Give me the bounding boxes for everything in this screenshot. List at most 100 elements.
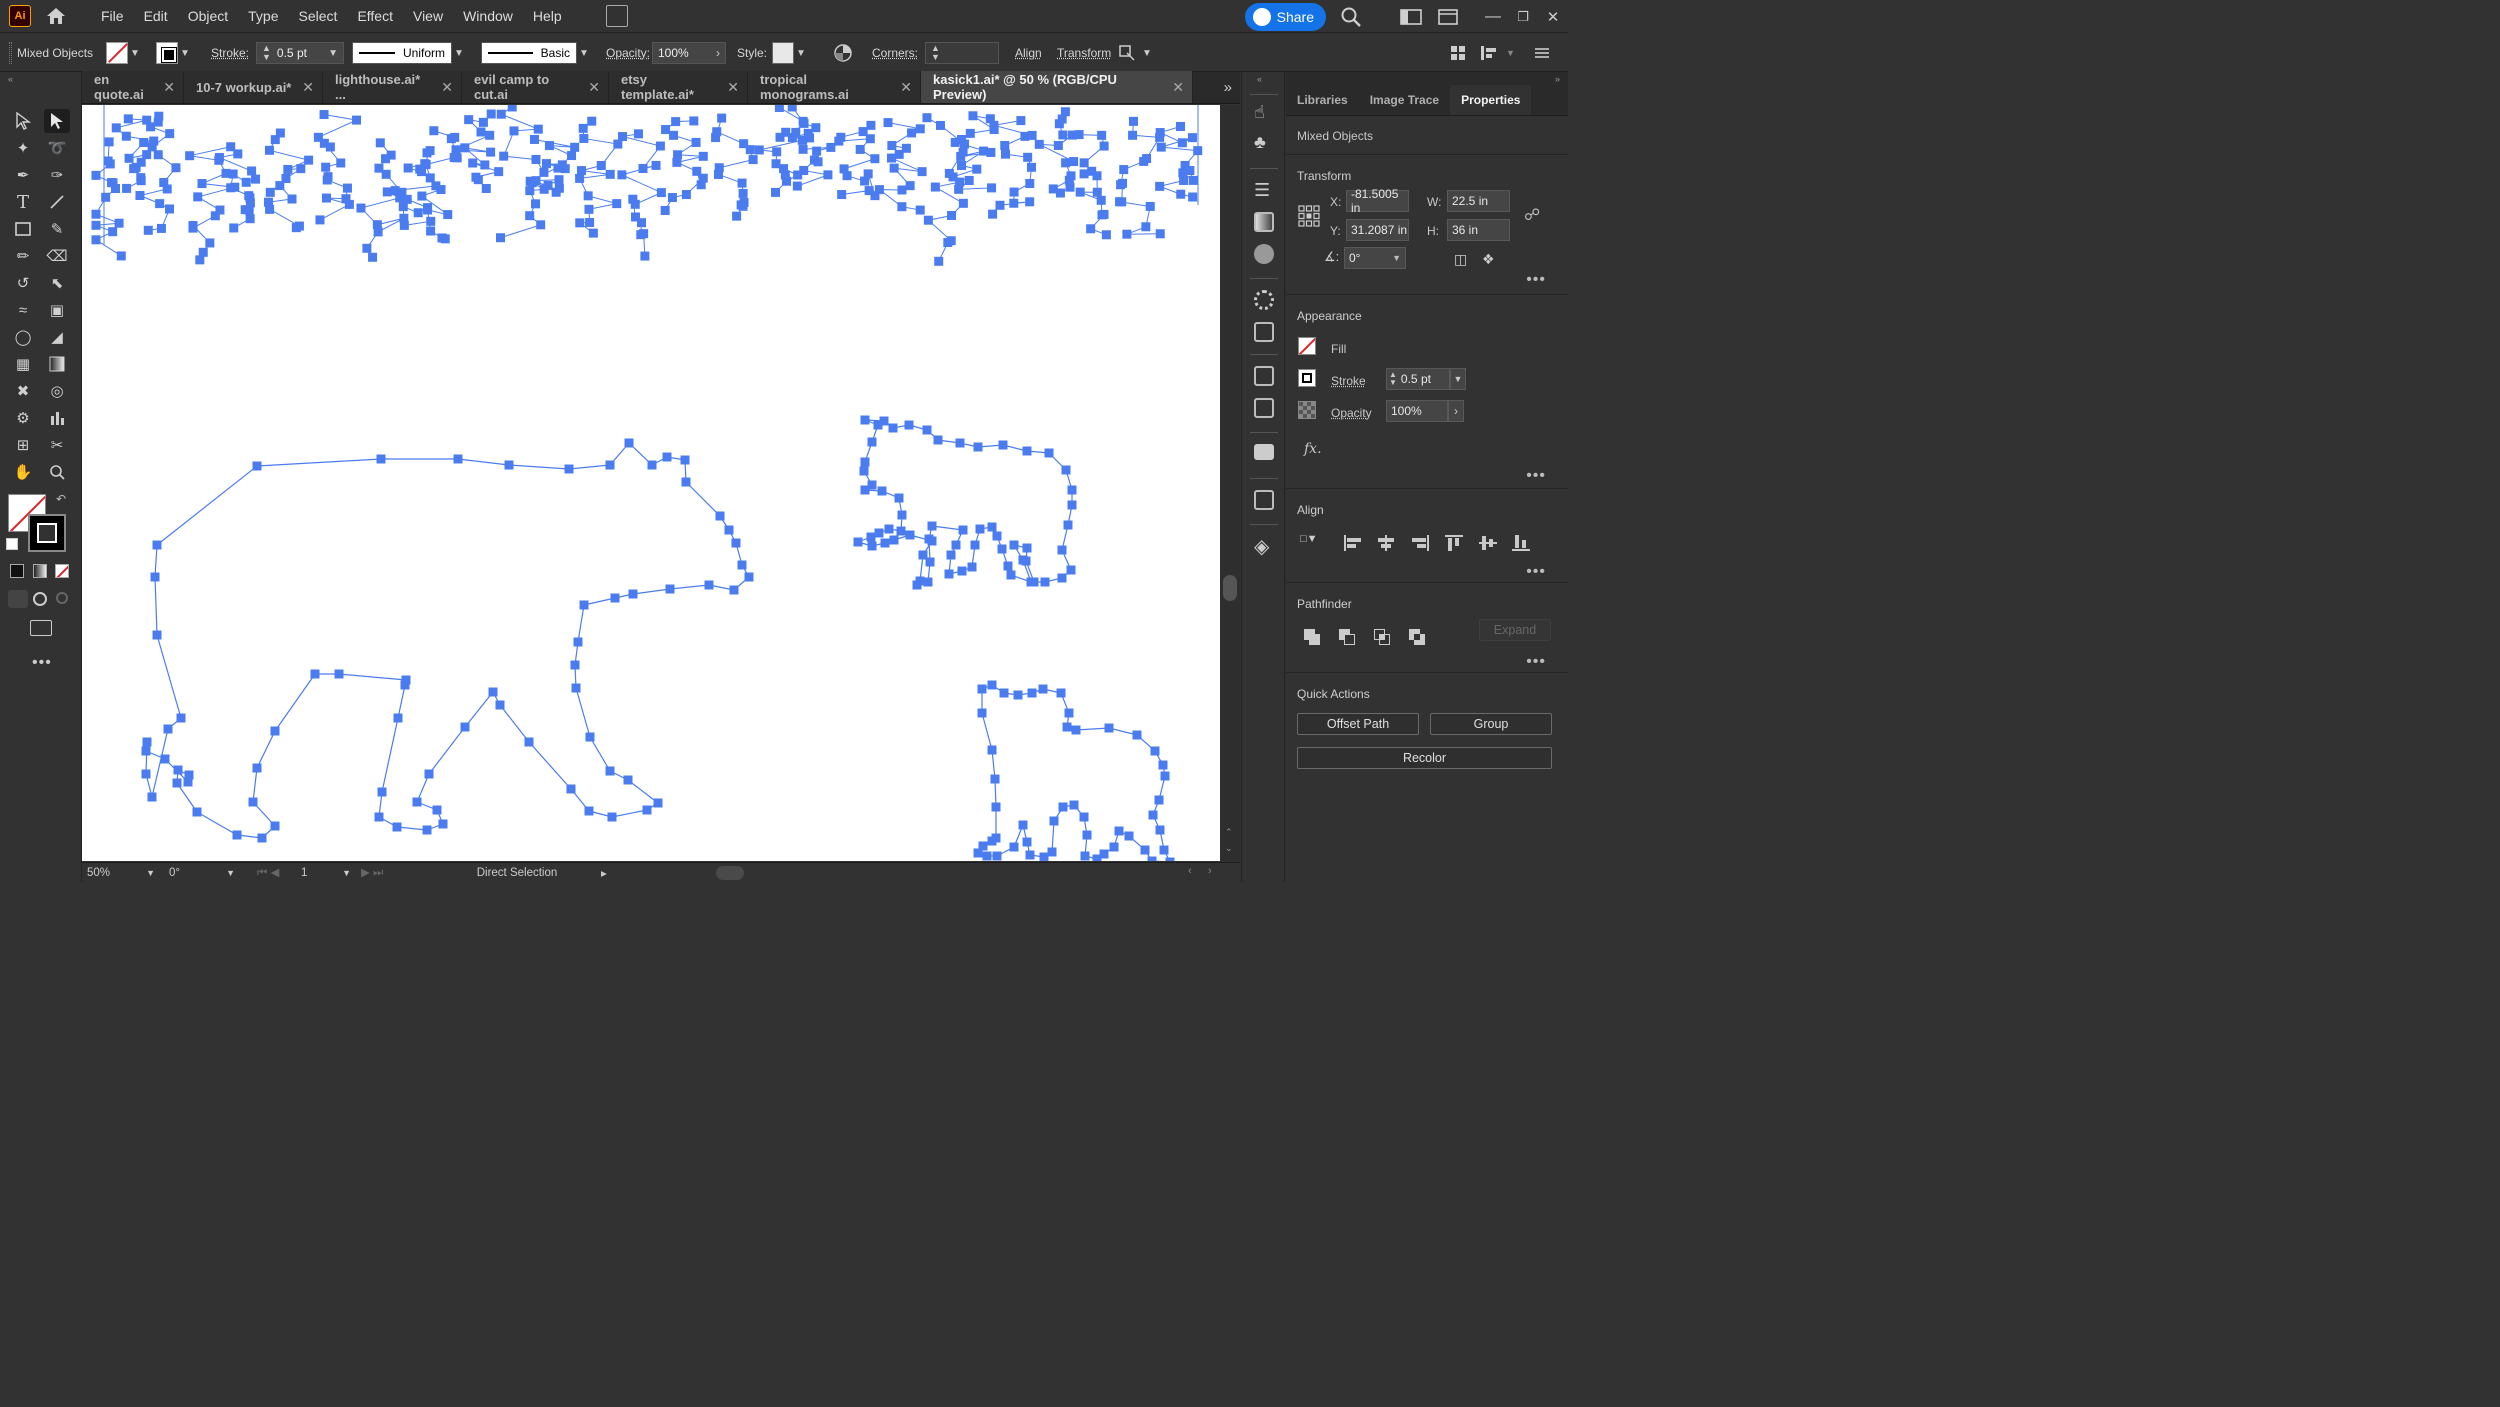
anchor-point[interactable] <box>842 171 852 181</box>
pencil-tool-icon[interactable]: ✏ <box>10 244 36 268</box>
anchor-point[interactable] <box>1016 116 1026 126</box>
more-tabs-icon[interactable]: » <box>1193 71 1240 103</box>
anchor-point[interactable] <box>275 181 285 191</box>
anchor-point[interactable] <box>362 243 372 253</box>
anchor-point[interactable] <box>1128 130 1138 140</box>
anchor-point[interactable] <box>1096 195 1106 205</box>
anchor-point[interactable] <box>863 169 873 179</box>
zoom-tool-icon[interactable] <box>44 460 70 484</box>
flip-vertical-icon[interactable]: ❖ <box>1482 251 1495 268</box>
anchor-point[interactable] <box>525 186 535 196</box>
anchor-point[interactable] <box>987 183 997 193</box>
layers-icon[interactable]: ◈ <box>1254 534 1269 559</box>
anchor-point[interactable] <box>1075 187 1085 197</box>
anchor-point[interactable] <box>252 763 262 773</box>
anchor-point[interactable] <box>197 179 207 189</box>
anchor-point[interactable] <box>152 630 162 640</box>
anchor-point[interactable] <box>587 116 597 126</box>
anchor-point[interactable] <box>950 137 960 147</box>
anchor-point[interactable] <box>104 137 114 147</box>
anchor-point[interactable] <box>1058 130 1068 140</box>
anchor-point[interactable] <box>165 204 175 214</box>
anchor-point[interactable] <box>171 163 181 173</box>
constrain-proportions-icon[interactable]: ☍ <box>1524 205 1540 225</box>
curvature-tool-icon[interactable]: ✑ <box>44 163 70 187</box>
anchor-point[interactable] <box>585 732 595 742</box>
anchor-point[interactable] <box>1057 573 1067 583</box>
anchor-point[interactable] <box>531 176 541 186</box>
anchor-point[interactable] <box>460 143 470 153</box>
anchor-point[interactable] <box>1018 820 1028 830</box>
anchor-point[interactable] <box>381 169 391 179</box>
anchor-point[interactable] <box>934 256 944 266</box>
opacity-field[interactable]: 100% <box>1386 400 1448 422</box>
anchor-point[interactable] <box>392 822 402 832</box>
menu-edit[interactable]: Edit <box>144 8 168 24</box>
anchor-point[interactable] <box>504 460 514 470</box>
transparency-icon[interactable] <box>1254 244 1274 264</box>
anchor-point[interactable] <box>637 218 647 228</box>
close-icon[interactable]: ✕ <box>900 79 912 96</box>
align-hcenter-icon[interactable] <box>1377 535 1395 551</box>
anchor-point[interactable] <box>704 580 714 590</box>
anchor-point[interactable] <box>987 745 997 755</box>
anchor-point[interactable] <box>136 176 146 186</box>
close-icon[interactable]: ✕ <box>727 79 739 96</box>
y-field[interactable]: 31.2087 in <box>1346 219 1409 241</box>
tree-path[interactable] <box>617 129 666 261</box>
anchor-point[interactable] <box>982 851 992 861</box>
anchor-point[interactable] <box>771 187 781 197</box>
anchor-point[interactable] <box>1039 852 1049 862</box>
opacity-field[interactable]: 100% › <box>652 42 726 64</box>
anchor-point[interactable] <box>105 159 115 169</box>
appearance-icon[interactable] <box>1254 290 1274 310</box>
paintbrush-tool-icon[interactable]: ✎ <box>44 217 70 241</box>
anchor-point[interactable] <box>744 572 754 582</box>
mesh-tool-icon[interactable]: ▦ <box>10 352 36 376</box>
anchor-point[interactable] <box>992 531 1002 541</box>
anchor-point[interactable] <box>1154 795 1164 805</box>
color-mode-icon[interactable] <box>10 564 24 578</box>
anchor-point[interactable] <box>717 113 727 123</box>
anchor-point[interactable] <box>91 170 101 180</box>
anchor-point[interactable] <box>533 124 543 134</box>
arrange-documents-icon[interactable] <box>605 5 628 27</box>
anchor-point[interactable] <box>864 186 874 196</box>
anchor-point[interactable] <box>176 713 186 723</box>
anchor-point[interactable] <box>352 115 362 125</box>
anchor-point[interactable] <box>584 806 594 816</box>
anchor-point[interactable] <box>874 528 884 538</box>
anchor-point[interactable] <box>665 584 675 594</box>
anchor-point[interactable] <box>947 211 957 221</box>
anchor-point[interactable] <box>607 812 617 822</box>
anchor-point[interactable] <box>150 572 160 582</box>
anchor-point[interactable] <box>992 851 1002 861</box>
arrange-icon[interactable] <box>1450 34 1466 72</box>
anchor-point[interactable] <box>356 203 366 213</box>
anchor-point[interactable] <box>123 114 133 124</box>
artwork-paths[interactable] <box>82 105 1220 861</box>
restore-icon[interactable]: ❐ <box>1508 9 1538 25</box>
anchor-point[interactable] <box>567 151 577 161</box>
anchor-point[interactable] <box>1054 119 1064 129</box>
menu-help[interactable]: Help <box>533 8 562 24</box>
anchor-point[interactable] <box>1179 175 1189 185</box>
anchor-point[interactable] <box>884 524 894 534</box>
anchor-point[interactable] <box>738 188 748 198</box>
anchor-point[interactable] <box>426 226 436 236</box>
anchor-point[interactable] <box>642 805 652 815</box>
gradient-tool-icon[interactable] <box>44 352 70 376</box>
panel-layout-icon[interactable] <box>1438 8 1458 25</box>
workspace-icon[interactable] <box>1400 8 1422 25</box>
anchor-point[interactable] <box>251 174 261 184</box>
anchor-point[interactable] <box>509 126 519 136</box>
anchor-point[interactable] <box>241 177 251 187</box>
anchor-point[interactable] <box>1000 141 1010 151</box>
anchor-point[interactable] <box>141 769 151 779</box>
anchor-point[interactable] <box>1069 157 1079 167</box>
rotation-field[interactable]: 0° ▼ <box>164 865 240 881</box>
anchor-point[interactable] <box>152 540 162 550</box>
anchor-point[interactable] <box>1044 448 1054 458</box>
anchor-point[interactable] <box>146 122 156 132</box>
anchor-point[interactable] <box>617 170 627 180</box>
